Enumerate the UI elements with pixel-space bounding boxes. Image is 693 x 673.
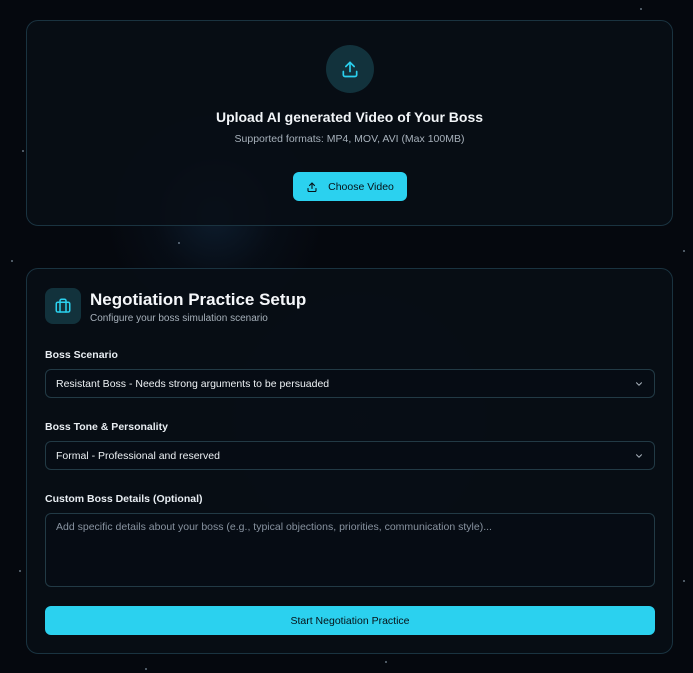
star-dot [683, 250, 685, 252]
upload-card: Upload AI generated Video of Your Boss S… [26, 20, 673, 226]
star-dot [640, 8, 642, 10]
start-negotiation-label: Start Negotiation Practice [290, 614, 410, 627]
choose-video-label: Choose Video [328, 180, 394, 193]
setup-subtitle: Configure your boss simulation scenario [90, 313, 268, 324]
boss-tone-label: Boss Tone & Personality [45, 421, 168, 433]
upload-small-icon [306, 181, 318, 193]
star-dot [178, 242, 180, 244]
chevron-down-icon [634, 379, 644, 392]
chevron-down-icon [634, 451, 644, 464]
boss-scenario-select[interactable]: Resistant Boss - Needs strong arguments … [45, 369, 655, 398]
star-dot [19, 570, 21, 572]
custom-details-placeholder: Add specific details about your boss (e.… [56, 521, 492, 533]
star-dot [385, 661, 387, 663]
star-dot [22, 150, 24, 152]
custom-details-textarea[interactable]: Add specific details about your boss (e.… [45, 513, 655, 587]
star-dot [683, 580, 685, 582]
upload-title: Upload AI generated Video of Your Boss [215, 109, 484, 125]
setup-title: Negotiation Practice Setup [90, 290, 307, 309]
choose-video-button[interactable]: Choose Video [293, 172, 407, 201]
star-dot [11, 260, 13, 262]
boss-tone-select[interactable]: Formal - Professional and reserved [45, 441, 655, 470]
star-dot [145, 668, 147, 670]
upload-icon [326, 45, 374, 93]
upload-formats-text: Supported formats: MP4, MOV, AVI (Max 10… [234, 133, 465, 145]
boss-scenario-value: Resistant Boss - Needs strong arguments … [56, 377, 330, 390]
boss-scenario-label: Boss Scenario [45, 349, 118, 361]
briefcase-icon [45, 288, 81, 324]
boss-tone-value: Formal - Professional and reserved [56, 449, 220, 462]
start-negotiation-button[interactable]: Start Negotiation Practice [45, 606, 655, 635]
negotiation-setup-card: Negotiation Practice Setup Configure you… [26, 268, 673, 654]
custom-details-label: Custom Boss Details (Optional) [45, 493, 203, 505]
